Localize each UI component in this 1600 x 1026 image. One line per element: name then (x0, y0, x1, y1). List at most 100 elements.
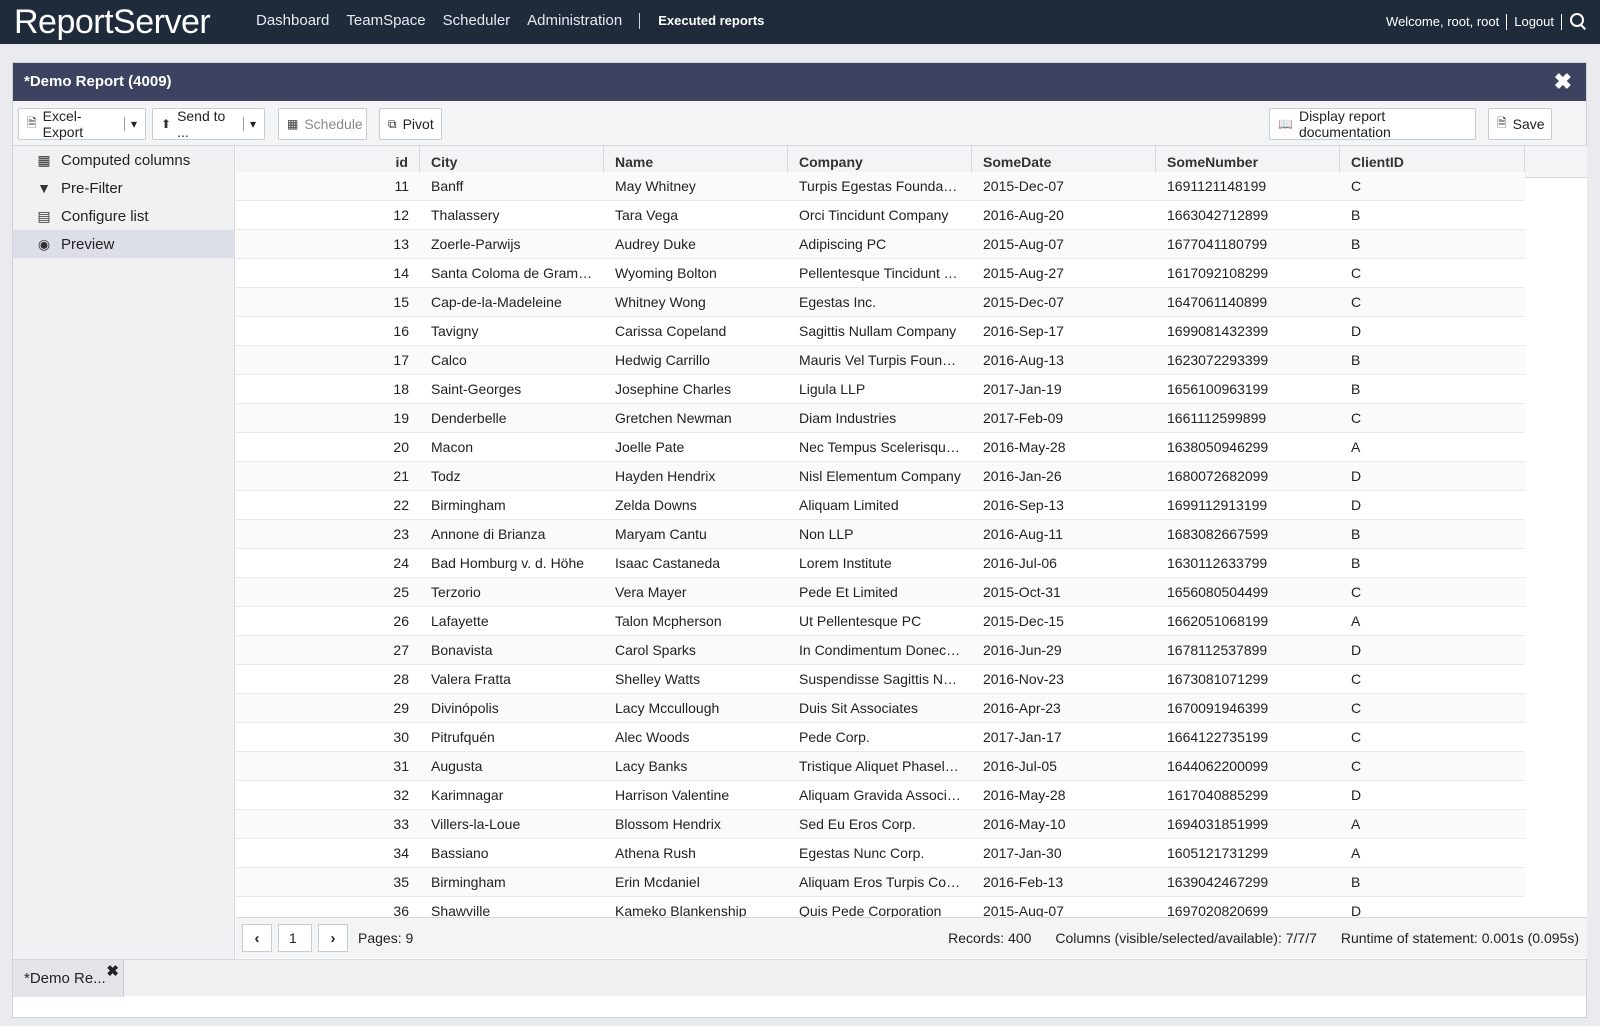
nav-scheduler[interactable]: Scheduler (443, 12, 511, 29)
tab-demo-report[interactable]: *Demo Re... ✖ (13, 960, 124, 997)
excel-file-icon: 🗎 (27, 115, 37, 130)
table-cell: Pellentesque Tincidunt Tempus (799, 265, 972, 281)
page-input[interactable]: 1 (278, 924, 312, 952)
table-cell: Audrey Duke (615, 236, 696, 252)
table-row[interactable]: 19 Denderbelle Gretchen Newman Diam Industr… (236, 404, 1525, 433)
table-cell: 1630112633799 (1167, 555, 1268, 571)
table-row[interactable]: 36 Shawville Kameko Blankenship Quis Pede C… (236, 897, 1525, 917)
table-cell: 2016-Jan-26 (983, 468, 1062, 484)
table-cell: 2016-Aug-20 (983, 207, 1064, 223)
schedule-label: Schedule (304, 116, 363, 132)
sidebar-item-computed-columns[interactable]: ▦ Computed columns (13, 146, 234, 174)
table-row[interactable]: 23 Annone di Brianza Maryam Cantu Non LLP 20… (236, 520, 1525, 549)
table-cell: B (1351, 874, 1361, 890)
excel-export-button[interactable]: 🗎 Excel-Export ▾ (18, 108, 146, 140)
user-area: Welcome, root, root Logout (1386, 12, 1588, 31)
logout-link[interactable]: Logout (1514, 14, 1554, 29)
table-row[interactable]: 14 Santa Coloma de Gramenet Wyoming Bolton… (236, 259, 1525, 288)
table-cell: May Whitney (615, 178, 696, 194)
table-cell: 19 (393, 410, 409, 426)
table-cell: Karimnagar (431, 787, 504, 803)
display-documentation-button[interactable]: 📖 Display report documentation (1269, 108, 1476, 140)
table-cell: C (1351, 410, 1362, 426)
table-cell: C (1351, 700, 1362, 716)
table-cell: 2016-Jul-06 (983, 555, 1057, 571)
table-row[interactable]: 30 Pitrufquén Alec Woods Pede Corp. 2017-Jan… (236, 723, 1525, 752)
table-row[interactable]: 35 Birmingham Erin Mcdaniel Aliquam Eros Tu… (236, 868, 1525, 897)
table-row[interactable]: 33 Villers-la-Loue Blossom Hendrix Sed Eu E… (236, 810, 1525, 839)
table-row[interactable]: 25 Terzorio Vera Mayer Pede Et Limited 2015-… (236, 578, 1525, 607)
chevron-down-icon[interactable]: ▾ (123, 117, 137, 131)
nav-administration[interactable]: Administration (527, 12, 622, 29)
table-cell: Carol Sparks (615, 642, 696, 658)
table-row[interactable]: 11 Banff May Whitney Turpis Egestas Foundat… (236, 172, 1525, 201)
report-title: *Demo Report (4009) (24, 73, 172, 90)
table-row[interactable]: 26 Lafayette Talon Mcpherson Ut Pellentesqu… (236, 607, 1525, 636)
table-cell: B (1351, 207, 1361, 223)
sidebar-item-configure-list[interactable]: ▤ Configure list (13, 202, 234, 230)
table-row[interactable]: 16 Tavigny Carissa Copeland Sagittis Nullam… (236, 317, 1525, 346)
table-row[interactable]: 13 Zoerle-Parwijs Audrey Duke Adipiscing PC… (236, 230, 1525, 259)
table-cell: Bad Homburg v. d. Höhe (431, 555, 585, 571)
table-cell: Calco (431, 352, 467, 368)
chevron-down-icon[interactable]: ▾ (242, 117, 256, 131)
table-cell: 23 (393, 526, 409, 542)
table-cell: Whitney Wong (615, 294, 706, 310)
table-cell: Suspendisse Sagittis Nullam LLP (799, 671, 972, 687)
table-cell: Zelda Downs (615, 497, 697, 513)
table-row[interactable]: 20 Macon Joelle Pate Nec Tempus Scelerisque… (236, 433, 1525, 462)
table-cell: Orci Tincidunt Company (799, 207, 949, 223)
table-cell: 1699112913199 (1167, 497, 1268, 513)
table-cell: 31 (393, 758, 409, 774)
table-cell: A (1351, 613, 1361, 629)
table-row[interactable]: 27 Bonavista Carol Sparks In Condimentum Do… (236, 636, 1525, 665)
table-cell: Thalassery (431, 207, 500, 223)
table-cell: 1699081432399 (1167, 323, 1269, 339)
table-row[interactable]: 21 Todz Hayden Hendrix Nisl Elementum Compa… (236, 462, 1525, 491)
table-cell: D (1351, 497, 1362, 513)
table-cell: 1680072682099 (1167, 468, 1269, 484)
app-logo[interactable]: ReportServer (14, 2, 211, 42)
table-cell: Shawville (431, 903, 491, 917)
search-icon[interactable] (1569, 12, 1588, 31)
columns-count: Columns (visible/selected/available): 7/… (1055, 930, 1317, 946)
table-row[interactable]: 18 Saint-Georges Josephine Charles Ligula L… (236, 375, 1525, 404)
table-row[interactable]: 22 Birmingham Zelda Downs Aliquam Limited 20… (236, 491, 1525, 520)
table-cell: Lacy Banks (615, 758, 688, 774)
close-tab-icon[interactable]: ✖ (106, 962, 119, 980)
prev-page-button[interactable]: ‹ (242, 924, 272, 952)
pivot-button[interactable]: ⧉ Pivot (379, 108, 442, 140)
nav-teamspace[interactable]: TeamSpace (346, 12, 425, 29)
table-cell: 16 (393, 323, 409, 339)
nav-dashboard[interactable]: Dashboard (256, 12, 329, 29)
close-icon[interactable]: ✖ (1554, 71, 1572, 93)
table-row[interactable]: 17 Calco Hedwig Carrillo Mauris Vel Turpis … (236, 346, 1525, 375)
table-row[interactable]: 15 Cap-de-la-Madeleine Whitney Wong Egestas… (236, 288, 1525, 317)
next-page-button[interactable]: › (318, 924, 348, 952)
table-row[interactable]: 34 Bassiano Athena Rush Egestas Nunc Corp. 2… (236, 839, 1525, 868)
table-row[interactable]: 29 Divinópolis Lacy Mccullough Duis Sit Ass… (236, 694, 1525, 723)
table-cell: C (1351, 178, 1362, 194)
table-row[interactable]: 28 Valera Fratta Shelley Watts Suspendisse … (236, 665, 1525, 694)
table-row[interactable]: 12 Thalassery Tara Vega Orci Tincidunt Comp… (236, 201, 1525, 230)
table-cell: 32 (393, 787, 409, 803)
nav-executed-reports[interactable]: Executed reports (658, 13, 764, 28)
table-cell: In Condimentum Donec Associates (799, 642, 972, 658)
table-cell: 17 (393, 352, 409, 368)
table-row[interactable]: 31 Augusta Lacy Banks Tristique Aliquet Pha… (236, 752, 1525, 781)
table-cell: Lacy Mccullough (615, 700, 720, 716)
save-button[interactable]: 🗎 Save (1488, 108, 1552, 140)
sidebar-item-preview[interactable]: ◉ Preview (13, 230, 234, 258)
table-cell: C (1351, 758, 1362, 774)
sidebar-item-pre-filter[interactable]: ▼ Pre-Filter (13, 174, 234, 202)
table-cell: Santa Coloma de Gramenet (431, 265, 604, 281)
table-cell: 1678112537899 (1167, 642, 1268, 658)
schedule-button[interactable]: ▦ Schedule (278, 108, 367, 140)
table-cell: 2015-Dec-15 (983, 613, 1064, 629)
table-cell: Diam Industries (799, 410, 897, 426)
table-row[interactable]: 24 Bad Homburg v. d. Höhe Isaac Castaneda L… (236, 549, 1525, 578)
table-row[interactable]: 32 Karimnagar Harrison Valentine Aliquam Gr… (236, 781, 1525, 810)
table-cell: 1683082667599 (1167, 526, 1269, 542)
table-cell: B (1351, 381, 1361, 397)
send-to-button[interactable]: ⬆ Send to ... ▾ (152, 108, 265, 140)
